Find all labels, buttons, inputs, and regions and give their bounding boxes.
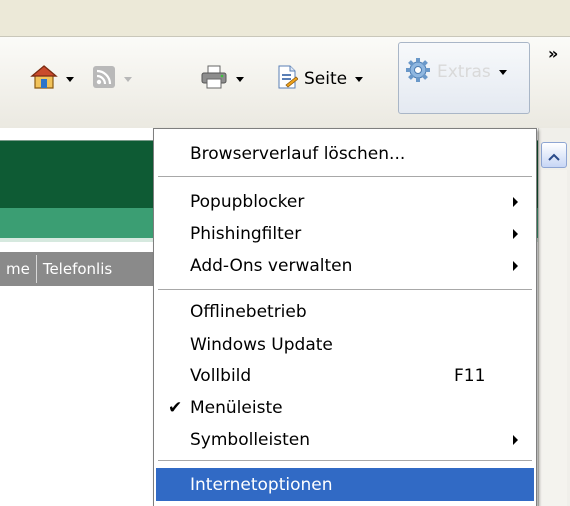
print-button[interactable] xyxy=(200,47,244,111)
submenu-arrow-icon xyxy=(513,228,518,239)
scroll-up-icon xyxy=(548,146,560,165)
extras-button[interactable]: Extras xyxy=(398,42,530,114)
chevron-more-icon[interactable]: » xyxy=(548,44,558,63)
page-menu-label: Seite xyxy=(304,69,348,89)
checkmark-icon: ✔ xyxy=(168,397,183,418)
site-nav-tabs: me Telefonlis xyxy=(0,252,170,286)
menu-separator xyxy=(158,460,532,461)
page-dropdown-arrow[interactable] xyxy=(355,76,364,82)
menu-item-label: Symbolleisten xyxy=(190,429,310,450)
nav-tab-partial[interactable]: me xyxy=(0,260,36,278)
feeds-button[interactable] xyxy=(92,47,132,111)
scrollbar-track[interactable] xyxy=(541,170,567,506)
extras-dropdown-arrow[interactable] xyxy=(498,69,507,75)
menu-item-vollbild[interactable]: Vollbild F11 xyxy=(156,359,534,392)
menu-item-label: Vollbild xyxy=(190,365,252,386)
menu-item-menueleiste[interactable]: ✔ Menüleiste xyxy=(156,391,534,424)
print-dropdown-arrow[interactable] xyxy=(236,76,244,82)
menu-item-shortcut: F11 xyxy=(454,365,486,386)
menu-item-browserverlauf-loeschen[interactable]: Browserverlauf löschen... xyxy=(156,137,534,170)
nav-tab-telefonliste[interactable]: Telefonlis xyxy=(37,260,118,278)
menu-item-label: Phishingfilter xyxy=(190,223,302,244)
page-menu-button[interactable]: Seite xyxy=(276,47,364,111)
submenu-arrow-icon xyxy=(513,434,518,445)
menu-separator xyxy=(158,176,532,177)
menu-item-symbolleisten[interactable]: Symbolleisten xyxy=(156,423,534,456)
menu-item-windows-update[interactable]: Windows Update xyxy=(156,328,534,361)
menu-item-add-ons-verwalten[interactable]: Add-Ons verwalten xyxy=(156,249,534,282)
page-icon xyxy=(276,65,299,93)
menu-item-label: Windows Update xyxy=(190,334,333,355)
gear-icon xyxy=(405,57,431,87)
menu-item-label: Popupblocker xyxy=(190,191,305,212)
menu-item-phishingfilter[interactable]: Phishingfilter xyxy=(156,217,534,250)
home-button[interactable] xyxy=(30,47,74,111)
menu-item-label: Add-Ons verwalten xyxy=(190,255,353,276)
feeds-icon xyxy=(92,65,116,93)
submenu-arrow-icon xyxy=(513,196,518,207)
menu-item-label: Offlinebetrieb xyxy=(190,301,307,322)
menu-item-internetoptionen[interactable]: Internetoptionen xyxy=(156,468,534,501)
home-dropdown-arrow[interactable] xyxy=(66,76,74,82)
extras-dropdown-menu: Browserverlauf löschen... Popupblocker P… xyxy=(153,128,537,506)
menu-item-popupblocker[interactable]: Popupblocker xyxy=(156,185,534,218)
feeds-dropdown-arrow[interactable] xyxy=(124,76,132,82)
menu-item-label: Internetoptionen xyxy=(190,474,333,495)
menu-separator xyxy=(158,289,532,290)
menu-item-offlinebetrieb[interactable]: Offlinebetrieb xyxy=(156,295,534,328)
menu-item-label: Menüleiste xyxy=(190,397,283,418)
home-icon xyxy=(30,64,58,94)
print-icon xyxy=(200,65,228,93)
extras-label: Extras xyxy=(437,62,491,82)
top-strip xyxy=(0,0,570,36)
submenu-arrow-icon xyxy=(513,260,518,271)
menu-item-label: Browserverlauf löschen... xyxy=(190,143,406,164)
scroll-up-button[interactable] xyxy=(541,142,567,168)
